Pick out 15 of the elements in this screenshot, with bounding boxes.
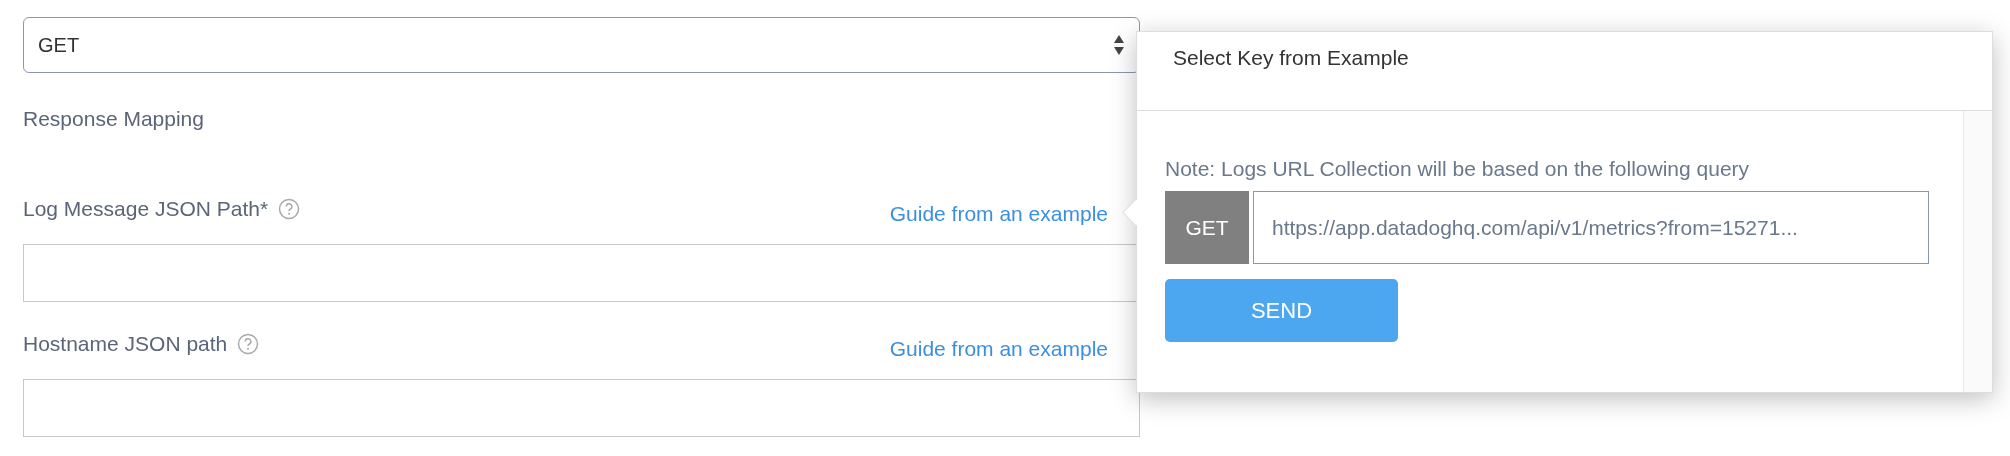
- guide-link[interactable]: Guide from an example: [889, 202, 1108, 226]
- section-title: Response Mapping: [23, 107, 205, 131]
- input-field[interactable]: [23, 379, 1140, 437]
- send-button[interactable]: SEND: [1165, 279, 1398, 342]
- sort-caret-icon: [1113, 34, 1125, 56]
- method-select[interactable]: GET: [23, 17, 1140, 73]
- method-tag: GET: [1165, 191, 1249, 264]
- field-label: Log Message JSON Path*: [23, 197, 269, 221]
- url-field[interactable]: https://app.datadoghq.com/api/v1/metrics?from=15271...: [1253, 191, 1929, 264]
- guide-link[interactable]: Guide from an example: [889, 337, 1108, 361]
- note-text: Note: Logs URL Collection will be based on the following query: [1165, 157, 1751, 181]
- field-label: Hostname JSON path: [23, 332, 228, 356]
- help-icon[interactable]: [278, 198, 301, 220]
- help-icon[interactable]: [237, 333, 260, 355]
- popover-title: Select Key from Example: [1173, 46, 1409, 69]
